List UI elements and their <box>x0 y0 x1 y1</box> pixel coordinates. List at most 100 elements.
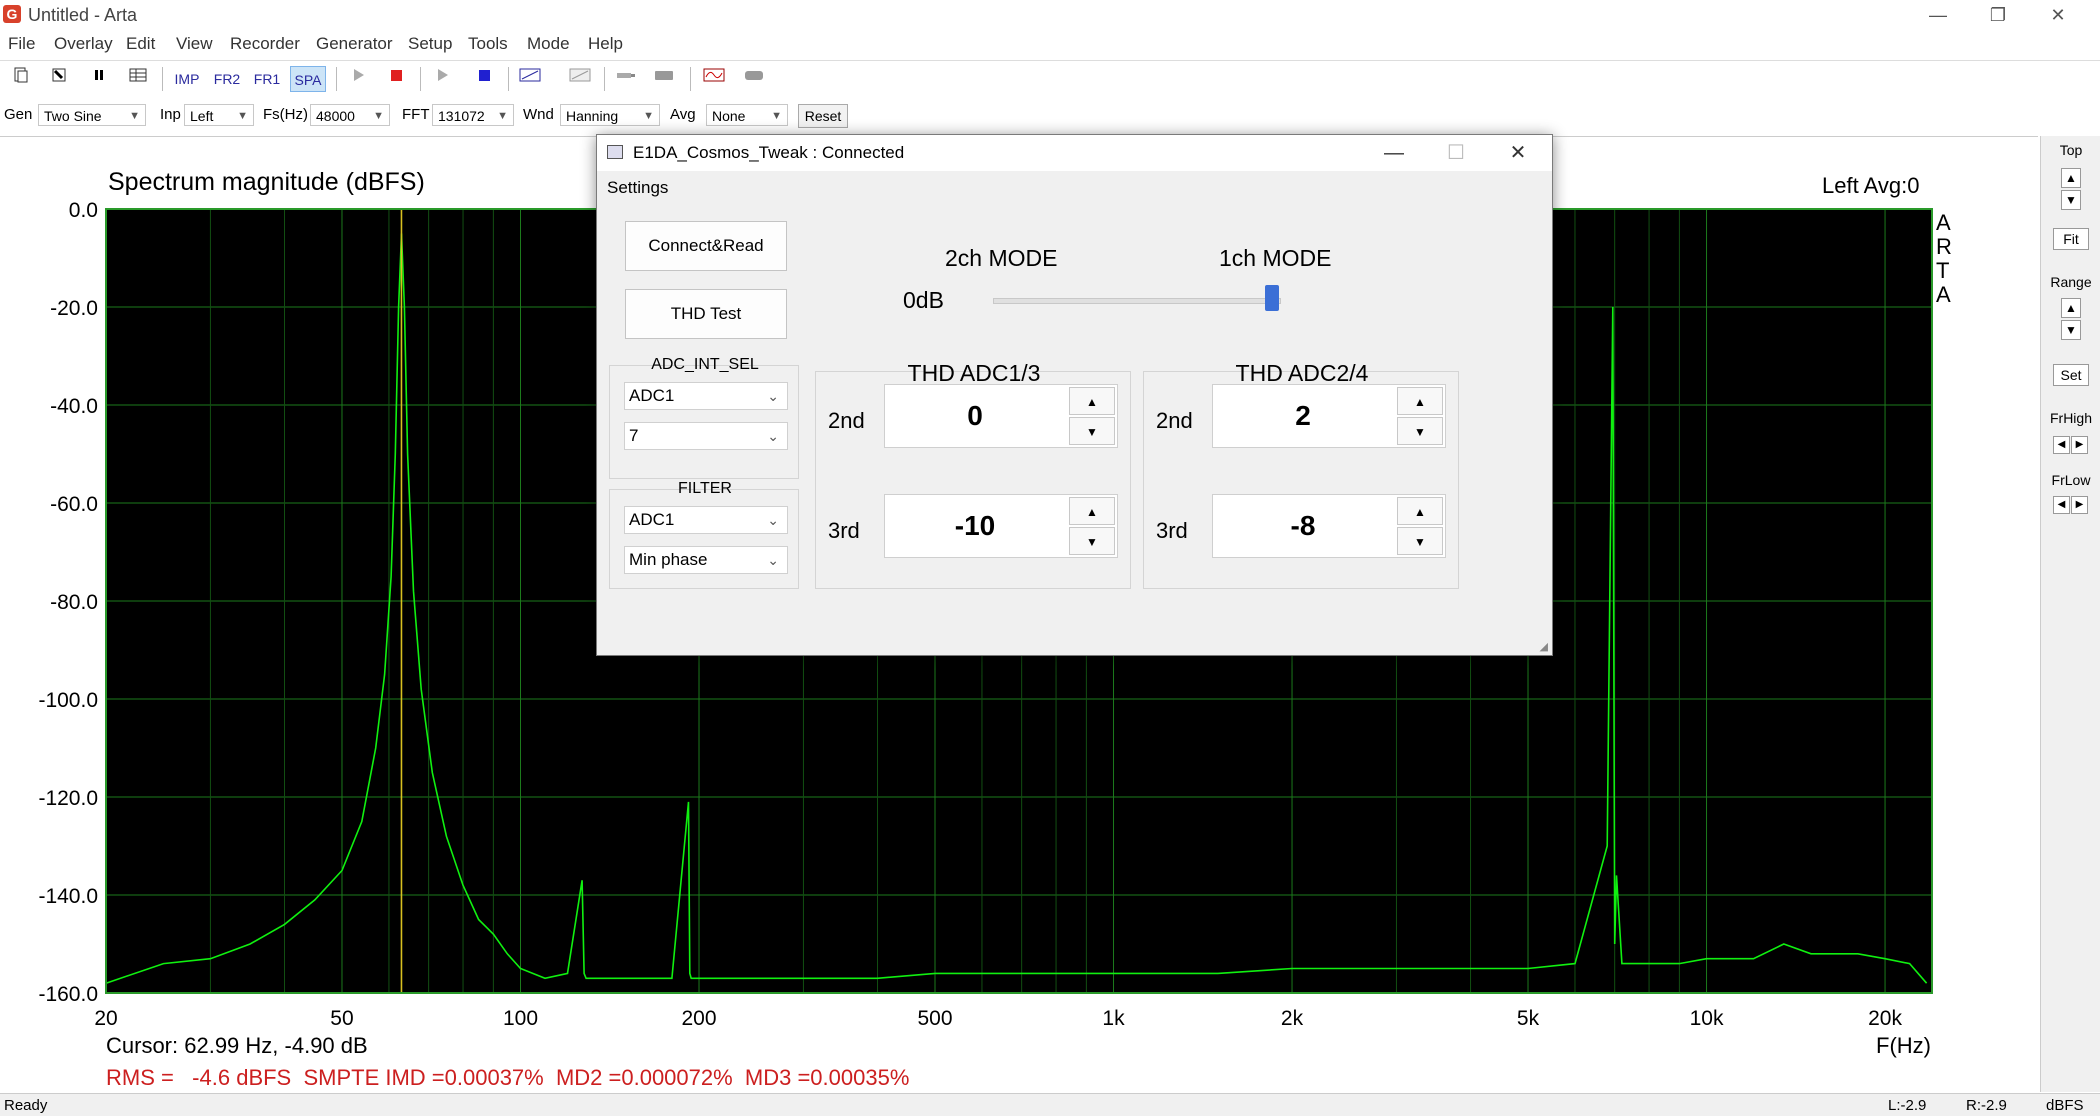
arta-app-icon[interactable]: G <box>3 5 21 23</box>
thd13-2nd-spinbox[interactable]: 0 ▲ ▼ <box>884 384 1118 448</box>
wnd-select[interactable]: Hanning ▼ <box>560 104 660 126</box>
calibration-icon[interactable] <box>650 66 678 92</box>
fft-value: 131072 <box>438 108 485 124</box>
thd24-3rd-spinbox[interactable]: -8 ▲ ▼ <box>1212 494 1446 558</box>
filter-phase-select[interactable]: Min phase ⌄ <box>624 546 788 574</box>
adc-int-sel-number-select[interactable]: 7 ⌄ <box>624 422 788 450</box>
top-down-icon[interactable]: ▼ <box>2061 190 2081 210</box>
filter-phase-value: Min phase <box>629 550 708 569</box>
avg-select[interactable]: None ▼ <box>706 104 788 126</box>
frlow-label: FrLow <box>2051 472 2091 488</box>
status-right-level: R:-2.9 <box>1966 1097 2007 1114</box>
top-up-icon[interactable]: ▲ <box>2061 168 2081 188</box>
new-file-icon[interactable] <box>10 66 32 92</box>
menu-tools[interactable]: Tools <box>468 34 508 54</box>
thd24-2nd-down-icon[interactable]: ▼ <box>1397 417 1443 445</box>
close-icon[interactable]: ✕ <box>2028 0 2088 30</box>
avg-label: Avg <box>670 106 696 123</box>
fs-select[interactable]: 48000 ▼ <box>310 104 390 126</box>
generator-play-icon[interactable] <box>430 66 454 92</box>
chevron-down-icon: ⌄ <box>767 388 779 404</box>
connect-read-button[interactable]: Connect&Read <box>625 221 787 271</box>
imp-mode-button[interactable]: IMP <box>172 66 202 92</box>
thd13-2nd-down-icon[interactable]: ▼ <box>1069 417 1115 445</box>
adc-int-sel-value: ADC1 <box>629 386 675 405</box>
mode-slider-track[interactable] <box>993 298 1281 304</box>
chevron-down-icon: ▼ <box>771 110 782 122</box>
play-icon[interactable] <box>346 66 370 92</box>
frlow-right-icon[interactable]: ▶ <box>2071 496 2088 514</box>
menu-file[interactable]: File <box>8 34 35 54</box>
thd13-2nd-value[interactable]: 0 <box>885 385 1065 447</box>
menu-overlay[interactable]: Overlay <box>54 34 113 54</box>
thd13-3rd-value[interactable]: -10 <box>885 495 1065 557</box>
thd13-3rd-spinbox[interactable]: -10 ▲ ▼ <box>884 494 1118 558</box>
menu-recorder[interactable]: Recorder <box>230 34 300 54</box>
reset-button[interactable]: Reset <box>798 104 848 128</box>
mode-slider-handle[interactable] <box>1265 285 1279 311</box>
thd24-2nd-up-icon[interactable]: ▲ <box>1397 387 1443 415</box>
scope-icon[interactable] <box>700 66 728 92</box>
thd24-2nd-spinbox[interactable]: 2 ▲ ▼ <box>1212 384 1446 448</box>
thd24-2nd-value[interactable]: 2 <box>1213 385 1393 447</box>
record-icon[interactable] <box>740 66 768 92</box>
inp-label: Inp <box>160 106 181 123</box>
open-file-icon[interactable] <box>48 66 70 92</box>
thd24-3rd-down-icon[interactable]: ▼ <box>1397 527 1443 555</box>
inp-select[interactable]: Left ▼ <box>184 104 254 126</box>
stop-icon[interactable] <box>384 66 408 92</box>
thd24-3rd-value[interactable]: -8 <box>1213 495 1393 557</box>
restore-icon[interactable]: ❐ <box>1968 0 2028 30</box>
table-icon[interactable] <box>126 66 150 92</box>
status-unit: dBFS <box>2046 1097 2084 1114</box>
thd13-3rd-down-icon[interactable]: ▼ <box>1069 527 1115 555</box>
minimize-icon[interactable]: — <box>1908 0 1968 30</box>
thd13-3rd-up-icon[interactable]: ▲ <box>1069 497 1115 525</box>
dialog-menu-settings[interactable]: Settings <box>607 178 668 198</box>
fr2-mode-button[interactable]: FR2 <box>212 66 242 92</box>
frlow-left-icon[interactable]: ◀ <box>2053 496 2070 514</box>
dialog-app-icon <box>607 145 623 159</box>
fft-select[interactable]: 131072 ▼ <box>432 104 514 126</box>
spa-mode-button[interactable]: SPA <box>290 66 326 92</box>
frhigh-left-icon[interactable]: ◀ <box>2053 436 2070 454</box>
wnd-value: Hanning <box>566 108 619 124</box>
range-up-icon[interactable]: ▲ <box>2061 298 2081 318</box>
menu-view[interactable]: View <box>176 34 213 54</box>
resize-grip-icon[interactable]: ◢ <box>1540 640 1548 653</box>
top-label: Top <box>2059 142 2083 158</box>
dialog-minimize-icon[interactable]: — <box>1369 137 1419 169</box>
range-down-icon[interactable]: ▼ <box>2061 320 2081 340</box>
abc-text-icon[interactable] <box>516 66 544 92</box>
channel-info: Left Avg:0 <box>1822 173 1919 198</box>
thd13-2nd-up-icon[interactable]: ▲ <box>1069 387 1115 415</box>
generator-stop-icon[interactable] <box>472 66 496 92</box>
thd-test-button[interactable]: THD Test <box>625 289 787 339</box>
probe-icon[interactable] <box>612 66 640 92</box>
mode-2ch-label: 2ch MODE <box>945 245 1058 271</box>
adc-int-sel-number: 7 <box>629 426 639 445</box>
fit-button[interactable]: Fit <box>2053 228 2089 250</box>
adc-int-sel-select[interactable]: ADC1 ⌄ <box>624 382 788 410</box>
pause-icon[interactable] <box>88 66 110 92</box>
y-tick-label: -60.0 <box>50 493 98 516</box>
frhigh-right-icon[interactable]: ▶ <box>2071 436 2088 454</box>
gen-select[interactable]: Two Sine ▼ <box>38 104 146 126</box>
menu-edit[interactable]: Edit <box>126 34 155 54</box>
menu-setup[interactable]: Setup <box>408 34 452 54</box>
fr1-mode-button[interactable]: FR1 <box>252 66 282 92</box>
thd-adc24-title: THD ADC2/4 <box>1235 360 1369 386</box>
chevron-down-icon: ⌄ <box>767 552 779 568</box>
menu-generator[interactable]: Generator <box>316 34 393 54</box>
side-letter-a2: A <box>1936 282 1951 307</box>
chevron-down-icon: ▼ <box>643 110 654 122</box>
set-button[interactable]: Set <box>2053 364 2089 386</box>
thd24-3rd-up-icon[interactable]: ▲ <box>1397 497 1443 525</box>
menu-mode[interactable]: Mode <box>527 34 570 54</box>
menu-help[interactable]: Help <box>588 34 623 54</box>
dialog-close-icon[interactable]: ✕ <box>1493 137 1543 169</box>
dialog-maximize-icon[interactable]: ☐ <box>1431 137 1481 169</box>
filter-adc-select[interactable]: ADC1 ⌄ <box>624 506 788 534</box>
x-tick-label: 2k <box>1281 1007 1304 1030</box>
overlay-icon[interactable] <box>566 66 594 92</box>
